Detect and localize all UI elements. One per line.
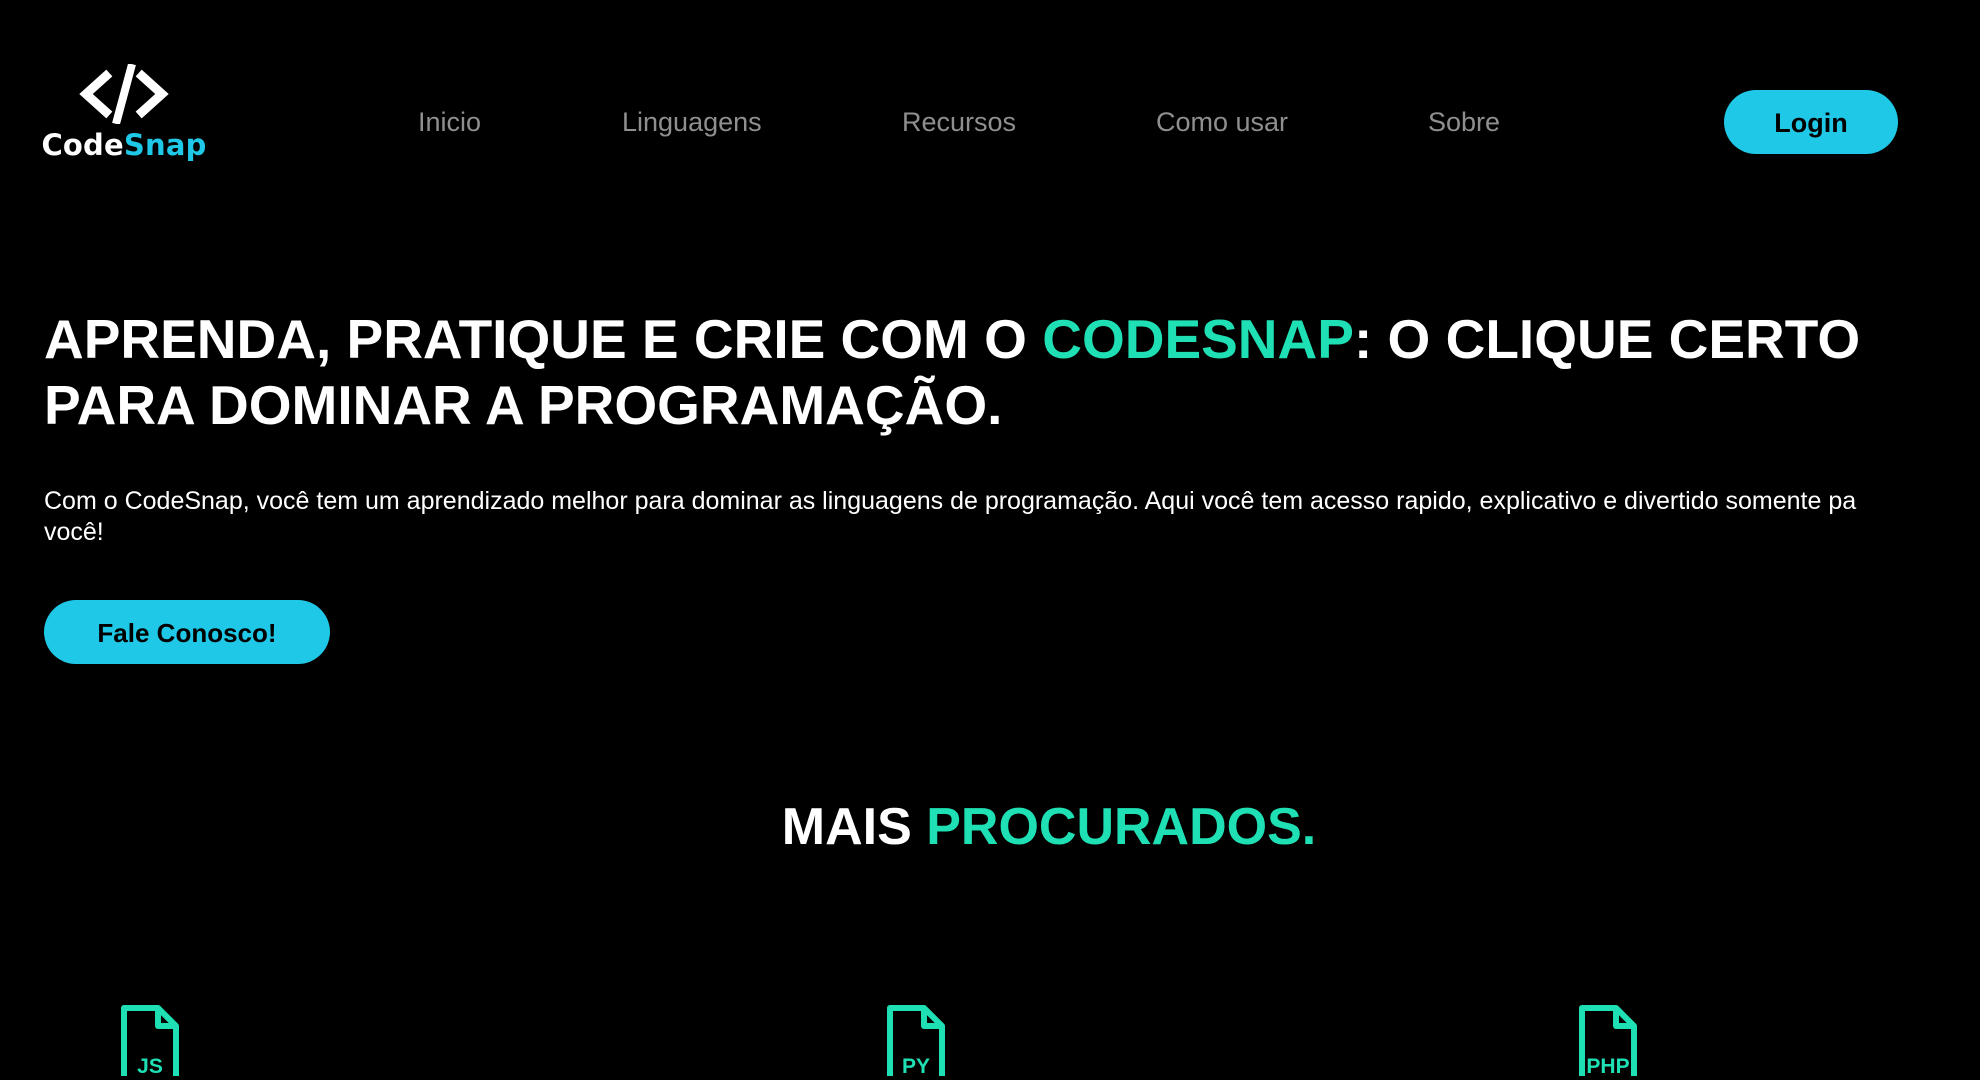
js-file-icon[interactable]: JS <box>110 1000 190 1080</box>
nav-item-como-usar[interactable]: Como usar <box>1156 100 1288 144</box>
section-title-accent: PROCURADOS. <box>926 798 1317 856</box>
logo-word-snap: Snap <box>123 128 207 162</box>
site-header: CodeSnap Inicio Linguagens Recursos Como… <box>0 0 1980 240</box>
contact-us-button[interactable]: Fale Conosco! <box>44 600 330 664</box>
logo-word-code: Code <box>41 128 124 162</box>
nav-item-inicio[interactable]: Inicio <box>418 100 481 144</box>
hero-title-part2: : O CLIQUE CERTO <box>1353 308 1861 370</box>
hero-description-line2: você! <box>44 518 104 546</box>
php-file-label: PHP <box>1586 1055 1630 1078</box>
hero-title-accent: CODESNAP <box>1042 308 1354 370</box>
js-file-label: JS <box>137 1055 163 1078</box>
nav-item-sobre[interactable]: Sobre <box>1428 100 1500 144</box>
codesnap-logo[interactable]: CodeSnap <box>41 64 206 176</box>
py-file-icon[interactable]: PY <box>876 1000 956 1080</box>
hero-title-line2: PARA DOMINAR A PROGRAMAÇÃO. <box>44 374 1003 436</box>
hero-title-part1: APRENDA, PRATIQUE E CRIE COM O <box>44 308 1043 370</box>
nav-item-linguagens[interactable]: Linguagens <box>622 100 762 144</box>
py-file-label: PY <box>901 1055 930 1078</box>
nav-item-recursos[interactable]: Recursos <box>902 100 1016 144</box>
section-title-part1: MAIS <box>781 798 927 856</box>
login-button[interactable]: Login <box>1724 90 1898 154</box>
logo-wordmark: CodeSnap <box>41 128 206 162</box>
code-brackets-icon <box>79 64 169 124</box>
section-title-most-searched: MAIS PROCURADOS. <box>0 796 1980 858</box>
hero-description-line1: Com o CodeSnap, você tem um aprendizado … <box>44 487 1857 515</box>
php-file-icon[interactable]: PHP <box>1568 1000 1648 1080</box>
hero-title: APRENDA, PRATIQUE E CRIE COM O CODESNAP:… <box>44 306 1944 438</box>
hero-description: Com o CodeSnap, você tem um aprendizado … <box>44 486 1980 548</box>
